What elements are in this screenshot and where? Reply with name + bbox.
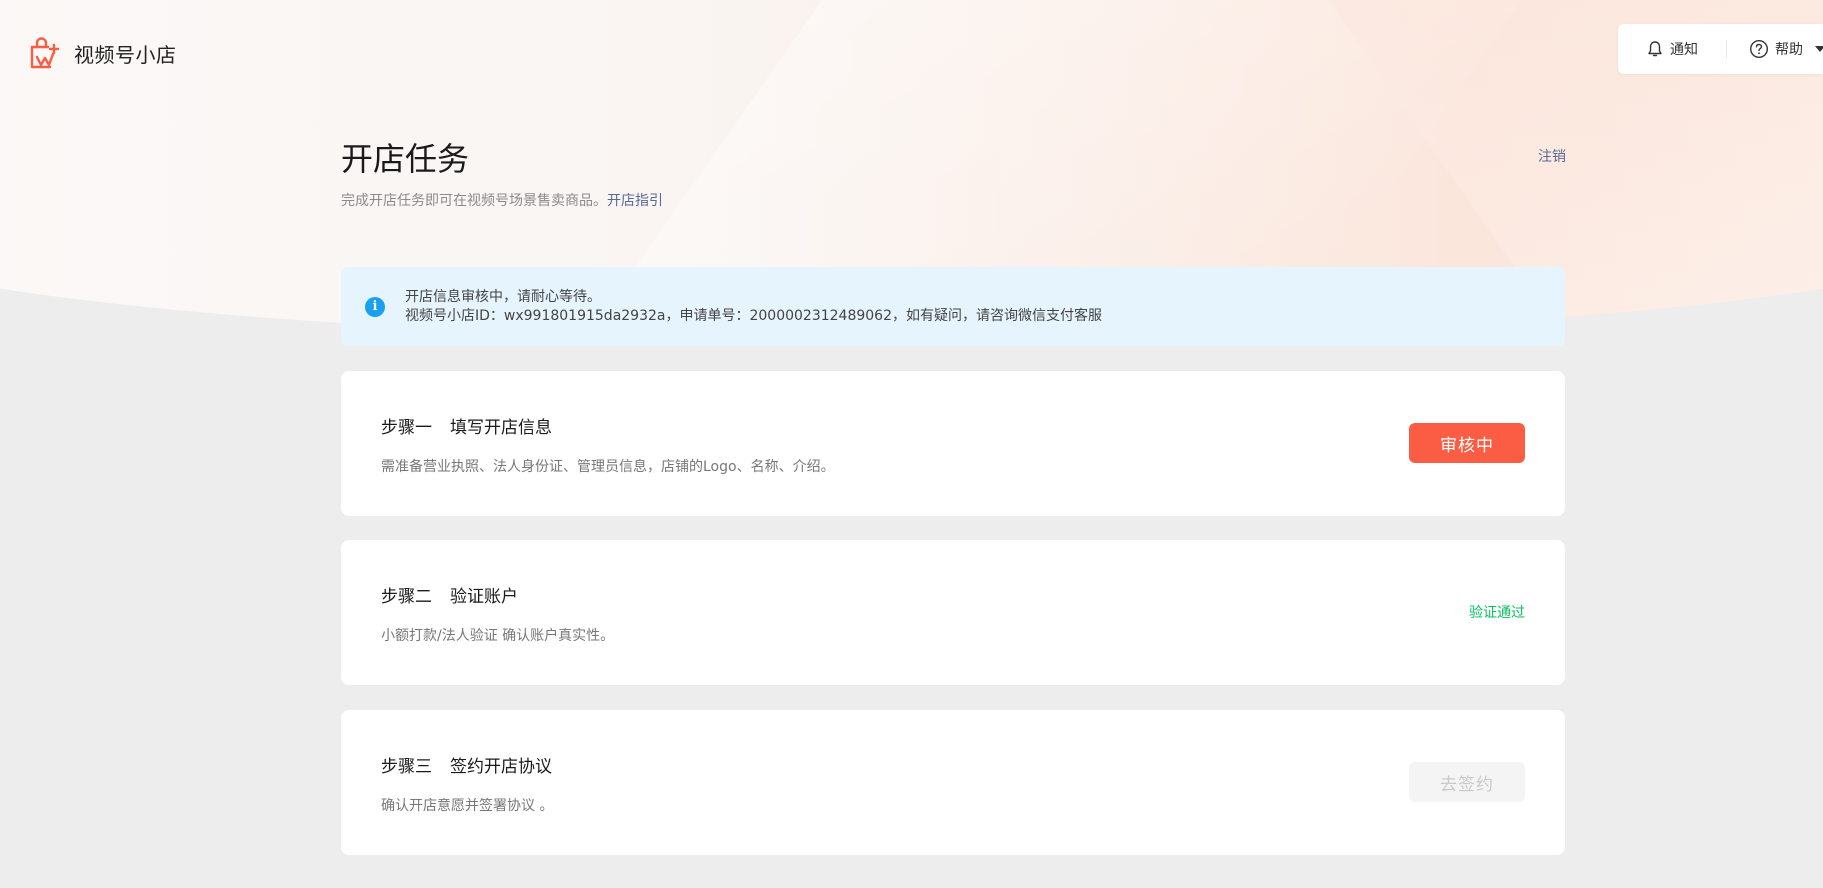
step-number: 步骤三 [381,757,432,777]
bell-icon [1648,41,1662,57]
logout-link[interactable]: 注销 [1538,146,1566,166]
subtitle-text: 完成开店任务即可在视频号场景售卖商品。 [341,193,607,209]
caret-down-icon [1815,46,1823,52]
help-button[interactable]: 帮助 [1749,39,1823,59]
page: 视频号小店 通知 帮助 开店任务 完成开店任务即可在视频号场景售卖商品。开店指引 [0,0,1823,888]
step-name: 签约开店协议 [450,757,552,777]
step-description: 小额打款/法人验证 确认账户真实性。 [381,628,615,644]
notice-line-status: 开店信息审核中，请耐心等待。 [405,288,601,305]
guide-link[interactable]: 开店指引 [607,193,663,209]
step-name: 填写开店信息 [450,418,552,438]
review-notice: i 开店信息审核中，请耐心等待。 视频号小店ID：wx991801915da29… [341,267,1565,346]
step-number: 步骤二 [381,587,432,607]
under-review-button[interactable]: 审核中 [1409,423,1525,463]
notify-label: 通知 [1670,42,1698,58]
sign-button[interactable]: 去签约 [1409,762,1525,802]
step-card-verify-account: 步骤二 验证账户 小额打款/法人验证 确认账户真实性。 验证通过 [341,540,1565,685]
shop-bag-icon [30,37,60,69]
step-description: 确认开店意愿并签署协议 。 [381,798,554,814]
brand-logo[interactable]: 视频号小店 [28,36,177,70]
toolbar-divider [1726,40,1727,58]
notify-button[interactable]: 通知 [1646,39,1698,59]
notice-line-detail: 视频号小店ID：wx991801915da2932a，申请单号：20000023… [405,307,1102,324]
step-card-sign-agreement: 步骤三 签约开店协议 确认开店意愿并签署协议 。 去签约 [341,710,1565,855]
step-title: 步骤一 填写开店信息 [381,413,552,438]
info-icon: i [365,296,385,317]
page-title: 开店任务 [341,140,470,178]
verified-status: 验证通过 [1469,605,1525,621]
step-number: 步骤一 [381,418,432,438]
page-subtitle: 完成开店任务即可在视频号场景售卖商品。开店指引 [341,190,663,210]
step-description: 需准备营业执照、法人身份证、管理员信息，店铺的Logo、名称、介绍。 [381,459,835,475]
top-toolbar: 通知 帮助 [1618,24,1823,74]
help-label: 帮助 [1775,42,1803,58]
step-name: 验证账户 [450,587,518,607]
brand-name: 视频号小店 [74,42,177,67]
step-card-fill-info: 步骤一 填写开店信息 需准备营业执照、法人身份证、管理员信息，店铺的Logo、名称… [341,371,1565,516]
notice-text: 开店信息审核中，请耐心等待。 视频号小店ID：wx991801915da2932… [405,288,1102,326]
step-title: 步骤三 签约开店协议 [381,752,552,777]
question-circle-icon [1749,39,1769,59]
step-title: 步骤二 验证账户 [381,582,518,607]
